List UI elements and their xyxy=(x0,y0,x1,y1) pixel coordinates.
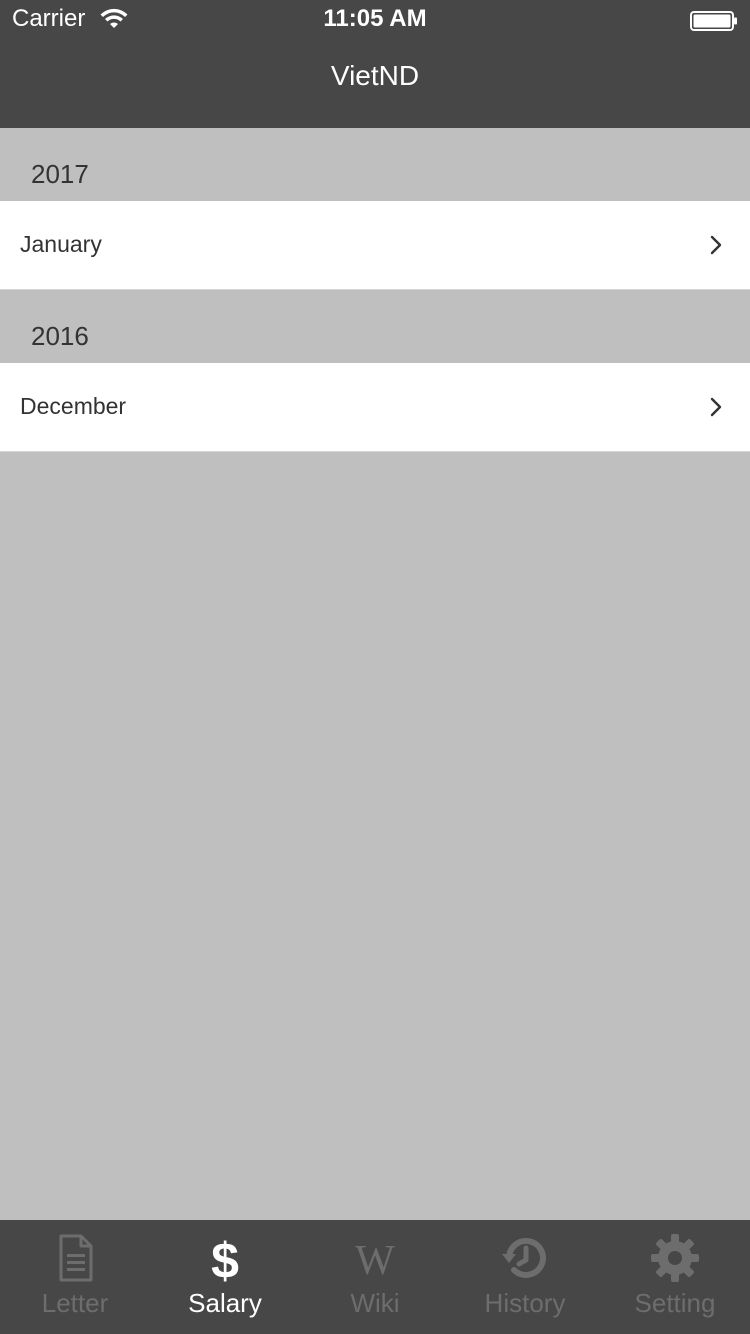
salary-list: 2017 January 2016 December xyxy=(0,128,750,1220)
document-icon xyxy=(59,1234,93,1282)
navigation-bar: Carrier 11:05 AM VietND xyxy=(0,0,750,128)
list-item-january[interactable]: January xyxy=(0,201,750,290)
history-icon xyxy=(502,1237,546,1278)
section-header-label: 2017 xyxy=(31,159,89,189)
section-header-label: 2016 xyxy=(31,321,89,351)
wiki-icon: W xyxy=(355,1238,395,1284)
gear-icon xyxy=(651,1234,699,1282)
tab-wiki-label: Wiki xyxy=(350,1288,400,1318)
list-item-label: December xyxy=(20,393,127,419)
tab-history-label: History xyxy=(484,1288,566,1318)
chevron-right-icon xyxy=(710,397,722,417)
dollar-icon: $ xyxy=(211,1233,239,1284)
chevron-right-icon xyxy=(710,235,722,255)
tab-setting[interactable]: Setting xyxy=(600,1220,750,1334)
section-header-2016: 2016 xyxy=(0,290,750,363)
svg-text:W: W xyxy=(355,1238,395,1284)
tab-letter-label: Letter xyxy=(41,1288,109,1318)
tab-letter[interactable]: Letter xyxy=(0,1220,150,1334)
list-item-december[interactable]: December xyxy=(0,363,750,452)
status-time: 11:05 AM xyxy=(323,5,427,32)
tab-bar: Letter $ Salary W Wiki History Setting xyxy=(0,1220,750,1334)
svg-text:$: $ xyxy=(211,1233,239,1284)
list-item-label: January xyxy=(20,231,102,257)
tab-salary-label: Salary xyxy=(188,1288,262,1318)
tab-wiki[interactable]: W Wiki xyxy=(300,1220,450,1334)
tab-history[interactable]: History xyxy=(450,1220,600,1334)
battery-icon xyxy=(690,11,737,31)
section-header-2017: 2017 xyxy=(0,128,750,201)
tab-salary[interactable]: $ Salary xyxy=(150,1220,300,1334)
status-bar: Carrier 11:05 AM xyxy=(0,0,750,40)
page-title: VietND xyxy=(330,60,420,91)
tab-setting-label: Setting xyxy=(634,1288,716,1318)
